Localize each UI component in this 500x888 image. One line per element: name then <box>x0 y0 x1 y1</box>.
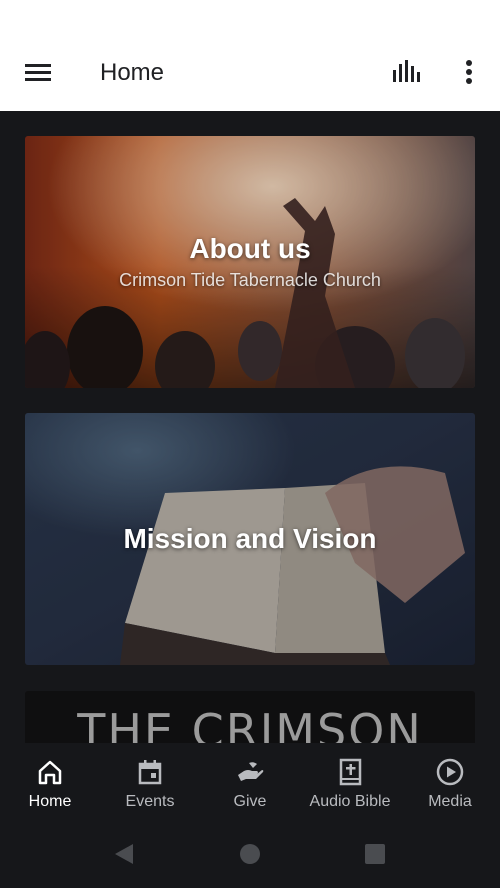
page-title: Home <box>100 59 165 86</box>
nav-home[interactable]: Home <box>0 743 100 821</box>
more-vertical-icon <box>466 60 472 84</box>
nav-label: Media <box>428 793 472 810</box>
home-icon <box>38 760 62 785</box>
home-content: About us Crimson Tide Tabernacle Church <box>0 111 500 743</box>
bible-icon <box>339 758 362 786</box>
menu-button[interactable] <box>20 58 58 88</box>
about-us-card[interactable]: About us Crimson Tide Tabernacle Church <box>25 136 475 388</box>
calendar-icon <box>138 760 162 785</box>
bottom-navigation: Home Events Give Audio Bible Media <box>0 743 500 821</box>
card-title: About us <box>189 233 311 264</box>
nav-label: Events <box>125 793 175 810</box>
mission-vision-card[interactable]: Mission and Vision <box>25 413 475 665</box>
more-options-button[interactable] <box>456 56 482 90</box>
about-us-overlay: About us Crimson Tide Tabernacle Church <box>25 136 475 388</box>
crimson-banner-card[interactable]: THE CRIMSON <box>25 691 475 743</box>
play-circle-icon <box>436 758 464 786</box>
banner-title: THE CRIMSON <box>77 704 423 743</box>
home-circle-icon[interactable] <box>239 843 261 865</box>
nav-media[interactable]: Media <box>400 743 500 821</box>
card-subtitle: Crimson Tide Tabernacle Church <box>119 270 381 290</box>
system-navigation-bar <box>0 821 500 888</box>
hamburger-menu-icon <box>25 64 51 81</box>
mission-vision-overlay: Mission and Vision <box>25 413 475 665</box>
nav-give[interactable]: Give <box>200 743 300 821</box>
app-bar: Home <box>0 36 500 111</box>
nav-events[interactable]: Events <box>100 743 200 821</box>
give-hand-icon <box>238 762 264 781</box>
equalizer-icon <box>393 60 420 82</box>
card-title: Mission and Vision <box>123 523 377 554</box>
recents-icon[interactable] <box>364 843 386 865</box>
nav-label: Home <box>28 793 72 810</box>
back-icon[interactable] <box>113 843 135 865</box>
nav-label: Give <box>233 793 267 810</box>
nav-audio-bible[interactable]: Audio Bible <box>300 743 400 821</box>
audio-player-button[interactable] <box>388 56 428 90</box>
nav-label: Audio Bible <box>309 793 391 810</box>
status-bar <box>0 0 500 36</box>
